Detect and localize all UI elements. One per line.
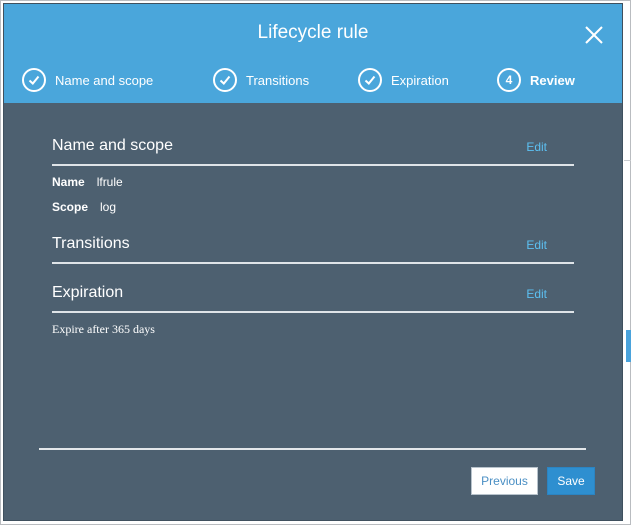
edit-expiration-link[interactable]: Edit xyxy=(526,287,547,301)
edit-transitions-link[interactable]: Edit xyxy=(526,238,547,252)
detail-row-scope: Scope log xyxy=(52,200,116,214)
detail-key: Name xyxy=(52,175,85,189)
section-transitions: Transitions Edit xyxy=(52,232,574,264)
expiration-summary: Expire after 365 days xyxy=(52,322,155,336)
section-title: Name and scope xyxy=(52,137,173,154)
section-expiration: Expiration Edit xyxy=(52,281,574,313)
close-icon xyxy=(585,26,603,44)
step-name-and-scope[interactable]: Name and scope xyxy=(22,68,153,92)
dialog-title: Lifecycle rule xyxy=(257,22,369,43)
previous-button[interactable]: Previous xyxy=(471,467,538,495)
footer-divider xyxy=(39,448,586,450)
step-label: Review xyxy=(530,72,575,88)
background-divider xyxy=(624,160,631,161)
step-review[interactable]: 4 Review xyxy=(497,68,575,92)
step-label: Name and scope xyxy=(55,72,154,88)
close-button[interactable] xyxy=(582,23,606,47)
detail-row-name: Name lfrule xyxy=(52,175,123,189)
save-button[interactable]: Save xyxy=(547,467,595,495)
section-title: Expiration xyxy=(52,284,124,301)
check-circle-icon xyxy=(358,68,382,92)
detail-value: lfrule xyxy=(96,175,123,189)
section-name-and-scope: Name and scope Edit xyxy=(52,134,574,166)
check-circle-icon xyxy=(213,68,237,92)
section-title: Transitions xyxy=(52,235,130,252)
step-transitions[interactable]: Transitions xyxy=(213,68,309,92)
dialog-header: Lifecycle rule Name and scope Transition… xyxy=(4,4,622,103)
edit-name-and-scope-link[interactable]: Edit xyxy=(526,140,547,154)
step-label: Expiration xyxy=(391,72,449,88)
section-header: Name and scope Edit xyxy=(52,134,574,166)
step-number-badge: 4 xyxy=(497,68,521,92)
check-circle-icon xyxy=(22,68,46,92)
section-header: Expiration Edit xyxy=(52,281,574,313)
step-expiration[interactable]: Expiration xyxy=(358,68,449,92)
detail-key: Scope xyxy=(52,200,89,214)
section-header: Transitions Edit xyxy=(52,232,574,264)
detail-value: log xyxy=(100,200,117,214)
lifecycle-rule-dialog: Lifecycle rule Name and scope Transition… xyxy=(3,3,623,521)
background-accent xyxy=(626,330,631,362)
step-label: Transitions xyxy=(246,72,310,88)
